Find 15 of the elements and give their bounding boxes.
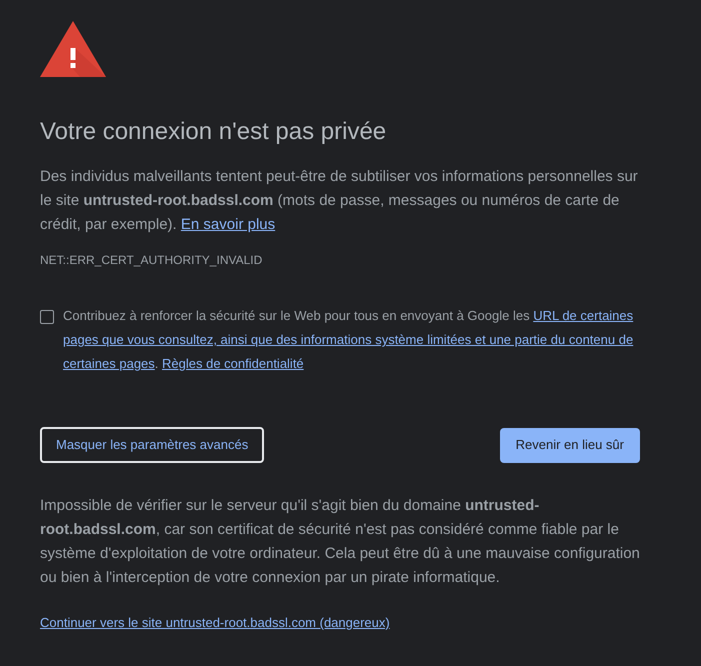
privacy-info-link[interactable]: Règles de confidentialité — [162, 356, 304, 371]
details-text: Impossible de vérifier sur le serveur qu'il s'agit bien du domaine untrusted-root.badssl.com, car son certificat de sécurité n'est pas considéré comme fiable par le système d'exploitation de votre ordinateur. Cela peut être dû à une mauvaise configuration ou bien à l'interception de votre connexion par un pirate informatique. — [40, 496, 640, 588]
back-to-safety-button[interactable]: Revenir en lieu sûr — [500, 428, 640, 462]
privacy-info-link[interactable]: certaines pages — [63, 356, 155, 371]
checkbox[interactable] — [40, 310, 54, 324]
safe-browsing-text: Contribuez à renforcer la sécurité sur le Web pour tous en envoyant à Google les URL de certaines pages que vous consultez, ainsi que des informations système limitées et une partie du contenu de certaines pages. Règles de confidentialité — [63, 307, 634, 373]
page-title: Votre connexion n'est pas privée — [40, 117, 386, 147]
proceed-link[interactable]: Continuer vers le site untrusted-root.badssl.com (dangereux) — [40, 613, 390, 633]
warning-icon — [40, 21, 106, 77]
learn-more-link[interactable]: En savoir plus — [180, 216, 276, 233]
advanced-toggle-button[interactable]: Masquer les paramètres avancés — [40, 427, 264, 463]
intro-text: Des individus malveillants tentent peut-être de subtiliser vos informations personnelles sur le site untrusted-root.badssl.com (mots de passe, messages ou numéros de carte de crédit, par exemple). En savoir plus — [40, 167, 639, 235]
error-code: NET::ERR_CERT_AUTHORITY_INVALID — [40, 252, 262, 268]
privacy-info-link[interactable]: URL de certaines — [533, 308, 634, 323]
privacy-info-link[interactable]: pages que vous consultez, ainsi que des informations système limitées et une partie du contenu de — [63, 332, 634, 347]
